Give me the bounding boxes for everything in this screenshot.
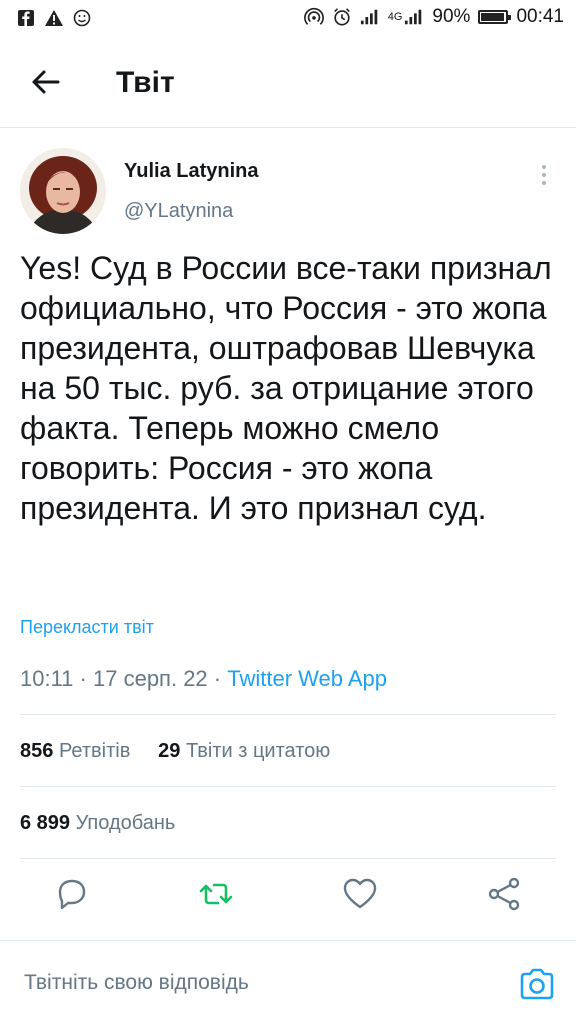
retweets-count: 856 [20,740,54,762]
share-icon[interactable] [484,874,524,914]
signal-icon [360,7,380,27]
retweet-icon[interactable] [196,874,236,914]
more-options-icon[interactable] [534,160,554,190]
camera-icon[interactable] [518,965,556,1003]
author-handle[interactable]: @YLatynina [124,200,233,223]
tweet-time: 10:11 [20,666,74,691]
meta-separator: · [213,666,228,691]
quotes-label: Твіти з цитатою [185,740,331,762]
likes-stats[interactable]: 6 899 Уподобань [20,812,175,835]
quotes-count: 29 [158,740,181,762]
facebook-icon [16,8,36,28]
divider [20,714,556,715]
emoji-icon [72,8,92,28]
top-bar: Твіт [0,40,576,128]
tweet-text: Yes! Суд в России все-таки признал офици… [20,250,552,526]
reply-input[interactable]: Твітніть свою відповідь [24,971,249,995]
battery-percent: 90% [432,6,471,27]
hotspot-icon [303,7,324,27]
like-icon[interactable] [340,874,380,914]
tweet-date: 17 серп. 22 [93,666,208,691]
tweet-meta: 10:11 · 17 серп. 22 · Twitter Web App [20,666,387,692]
reply-icon[interactable] [52,874,92,914]
back-arrow-icon[interactable] [28,64,64,100]
clock: 00:41 [516,6,564,27]
tweet-source-link[interactable]: Twitter Web App [227,666,387,691]
avatar[interactable] [20,148,106,234]
signal-icon-2 [404,7,424,27]
author-name[interactable]: Yulia Latynina [124,160,258,183]
divider [20,786,556,787]
reply-bar[interactable]: Твітніть свою відповідь [0,940,576,1024]
page-title: Твіт [116,66,175,99]
retweet-stats[interactable]: 856 Ретвітів 29 Твіти з цитатою [20,740,330,763]
network-type: 4G [387,11,403,23]
tweet-actions [0,860,576,930]
alarm-icon [332,7,352,27]
likes-label: Уподобань [75,812,176,834]
warning-icon [44,8,64,28]
translate-tweet-link[interactable]: Перекласти твіт [20,617,154,638]
meta-separator: · [79,666,93,691]
battery-icon [478,10,512,24]
status-bar: 4G 90% 00:41 [0,0,576,40]
divider [20,858,556,859]
likes-count: 6 899 [20,812,71,834]
retweets-label: Ретвітів [58,740,131,762]
